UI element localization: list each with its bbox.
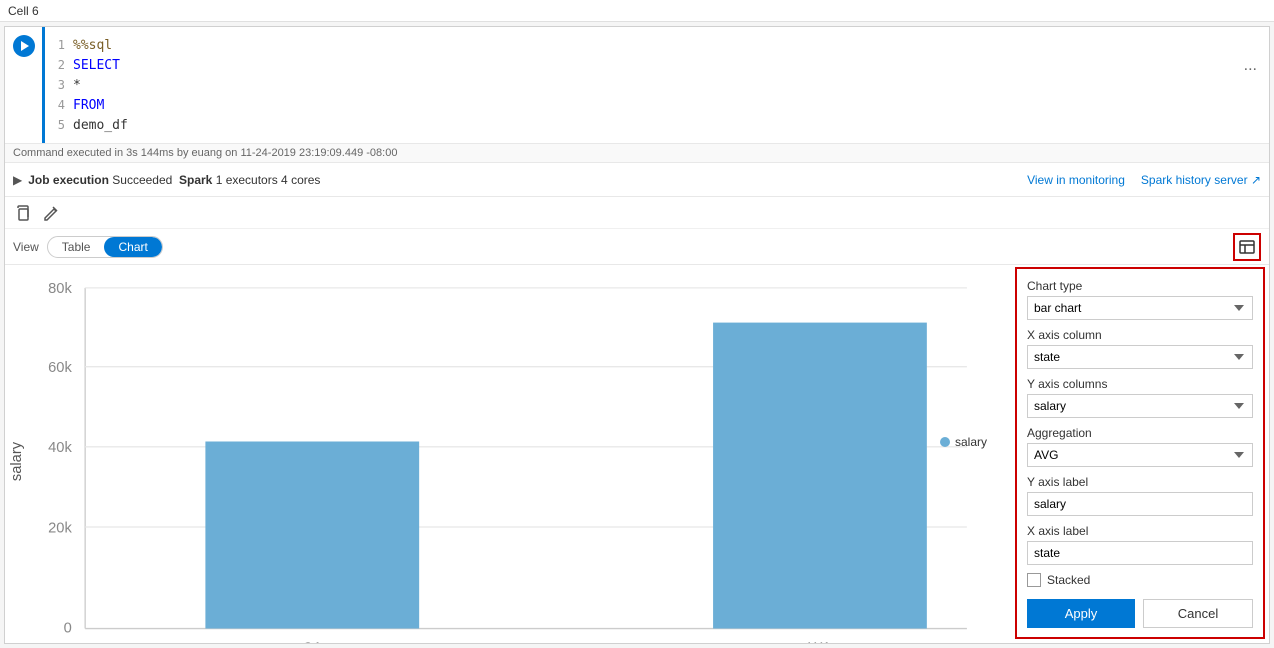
- chart-svg-container: 80k 60k 40k 20k 0 salary: [5, 273, 1007, 643]
- panel-buttons: Apply Cancel: [1027, 599, 1253, 628]
- code-line: 4FROM: [49, 95, 1265, 115]
- title-bar-text: Cell 6: [8, 4, 39, 18]
- code-cell: 1%%sql2SELECT3 *4FROM5 demo_df ...: [5, 27, 1269, 144]
- aggregation-select[interactable]: AVG SUM COUNT MIN MAX: [1027, 443, 1253, 467]
- aggregation-label: Aggregation: [1027, 426, 1253, 440]
- y-axis-columns-label: Y axis columns: [1027, 377, 1253, 391]
- y-axis-columns-select[interactable]: salary state: [1027, 394, 1253, 418]
- y-axis-label-label: Y axis label: [1027, 475, 1253, 489]
- more-menu-button[interactable]: ...: [1244, 57, 1257, 75]
- toolbar: [5, 197, 1269, 229]
- stacked-section: Stacked: [1027, 573, 1253, 587]
- exec-bar: ▶ Job execution Succeeded Spark 1 execut…: [5, 163, 1269, 197]
- chart-type-section: Chart type bar chart line chart scatter …: [1027, 279, 1253, 320]
- chart-and-panel: 80k 60k 40k 20k 0 salary: [5, 265, 1269, 643]
- stacked-label: Stacked: [1047, 573, 1090, 587]
- svg-text:WA: WA: [808, 641, 831, 643]
- tab-group: Table Chart: [47, 236, 163, 258]
- copy-icon[interactable]: [13, 203, 33, 223]
- chart-area: 80k 60k 40k 20k 0 salary: [5, 265, 1015, 643]
- view-label: View: [13, 240, 39, 254]
- legend-dot: [940, 437, 950, 447]
- code-line: 5 demo_df: [49, 115, 1265, 135]
- x-axis-column-label: X axis column: [1027, 328, 1253, 342]
- y-axis-label-section: Y axis label: [1027, 475, 1253, 516]
- exec-job-label: Job execution Succeeded Spark 1 executor…: [28, 173, 320, 187]
- exec-play-icon[interactable]: ▶: [13, 173, 22, 187]
- code-line: 2SELECT: [49, 55, 1265, 75]
- status-text: Command executed in 3s 144ms by euang on…: [13, 147, 397, 159]
- tab-chart[interactable]: Chart: [104, 237, 161, 257]
- x-axis-label-section: X axis label: [1027, 524, 1253, 565]
- cell-run-area: [5, 27, 45, 143]
- exec-links: View in monitoring Spark history server …: [1027, 173, 1261, 187]
- chart-settings-button[interactable]: [1233, 233, 1261, 261]
- chart-type-label: Chart type: [1027, 279, 1253, 293]
- x-axis-column-section: X axis column state salary: [1027, 328, 1253, 369]
- view-monitoring-link[interactable]: View in monitoring: [1027, 173, 1125, 187]
- x-axis-label-label: X axis label: [1027, 524, 1253, 538]
- spark-history-link[interactable]: Spark history server ↗: [1141, 173, 1261, 187]
- x-axis-label-input[interactable]: [1027, 541, 1253, 565]
- svg-text:CA: CA: [302, 641, 323, 643]
- svg-text:60k: 60k: [48, 360, 72, 376]
- title-bar: Cell 6: [0, 0, 1274, 22]
- run-button[interactable]: [13, 35, 35, 57]
- cancel-button[interactable]: Cancel: [1143, 599, 1253, 628]
- legend-label: salary: [955, 435, 987, 449]
- svg-text:80k: 80k: [48, 281, 72, 297]
- code-lines: 1%%sql2SELECT3 *4FROM5 demo_df: [45, 27, 1269, 143]
- svg-text:40k: 40k: [48, 440, 72, 456]
- chart-type-select[interactable]: bar chart line chart scatter chart pie c…: [1027, 296, 1253, 320]
- aggregation-section: Aggregation AVG SUM COUNT MIN MAX: [1027, 426, 1253, 467]
- code-line: 3 *: [49, 75, 1265, 95]
- stacked-checkbox[interactable]: [1027, 573, 1041, 587]
- chart-legend: salary: [940, 435, 987, 449]
- x-axis-column-select[interactable]: state salary: [1027, 345, 1253, 369]
- y-axis-columns-section: Y axis columns salary state: [1027, 377, 1253, 418]
- chart-settings-panel: Chart type bar chart line chart scatter …: [1015, 267, 1265, 639]
- y-axis-label-input[interactable]: [1027, 492, 1253, 516]
- apply-button[interactable]: Apply: [1027, 599, 1135, 628]
- svg-text:20k: 20k: [48, 520, 72, 536]
- svg-text:salary: salary: [9, 441, 25, 481]
- svg-text:0: 0: [64, 621, 72, 637]
- status-bar: Command executed in 3s 144ms by euang on…: [5, 144, 1269, 163]
- view-area: View Table Chart: [5, 229, 1269, 265]
- clear-icon[interactable]: [41, 203, 61, 223]
- tab-table[interactable]: Table: [48, 237, 105, 257]
- code-line: 1%%sql: [49, 35, 1265, 55]
